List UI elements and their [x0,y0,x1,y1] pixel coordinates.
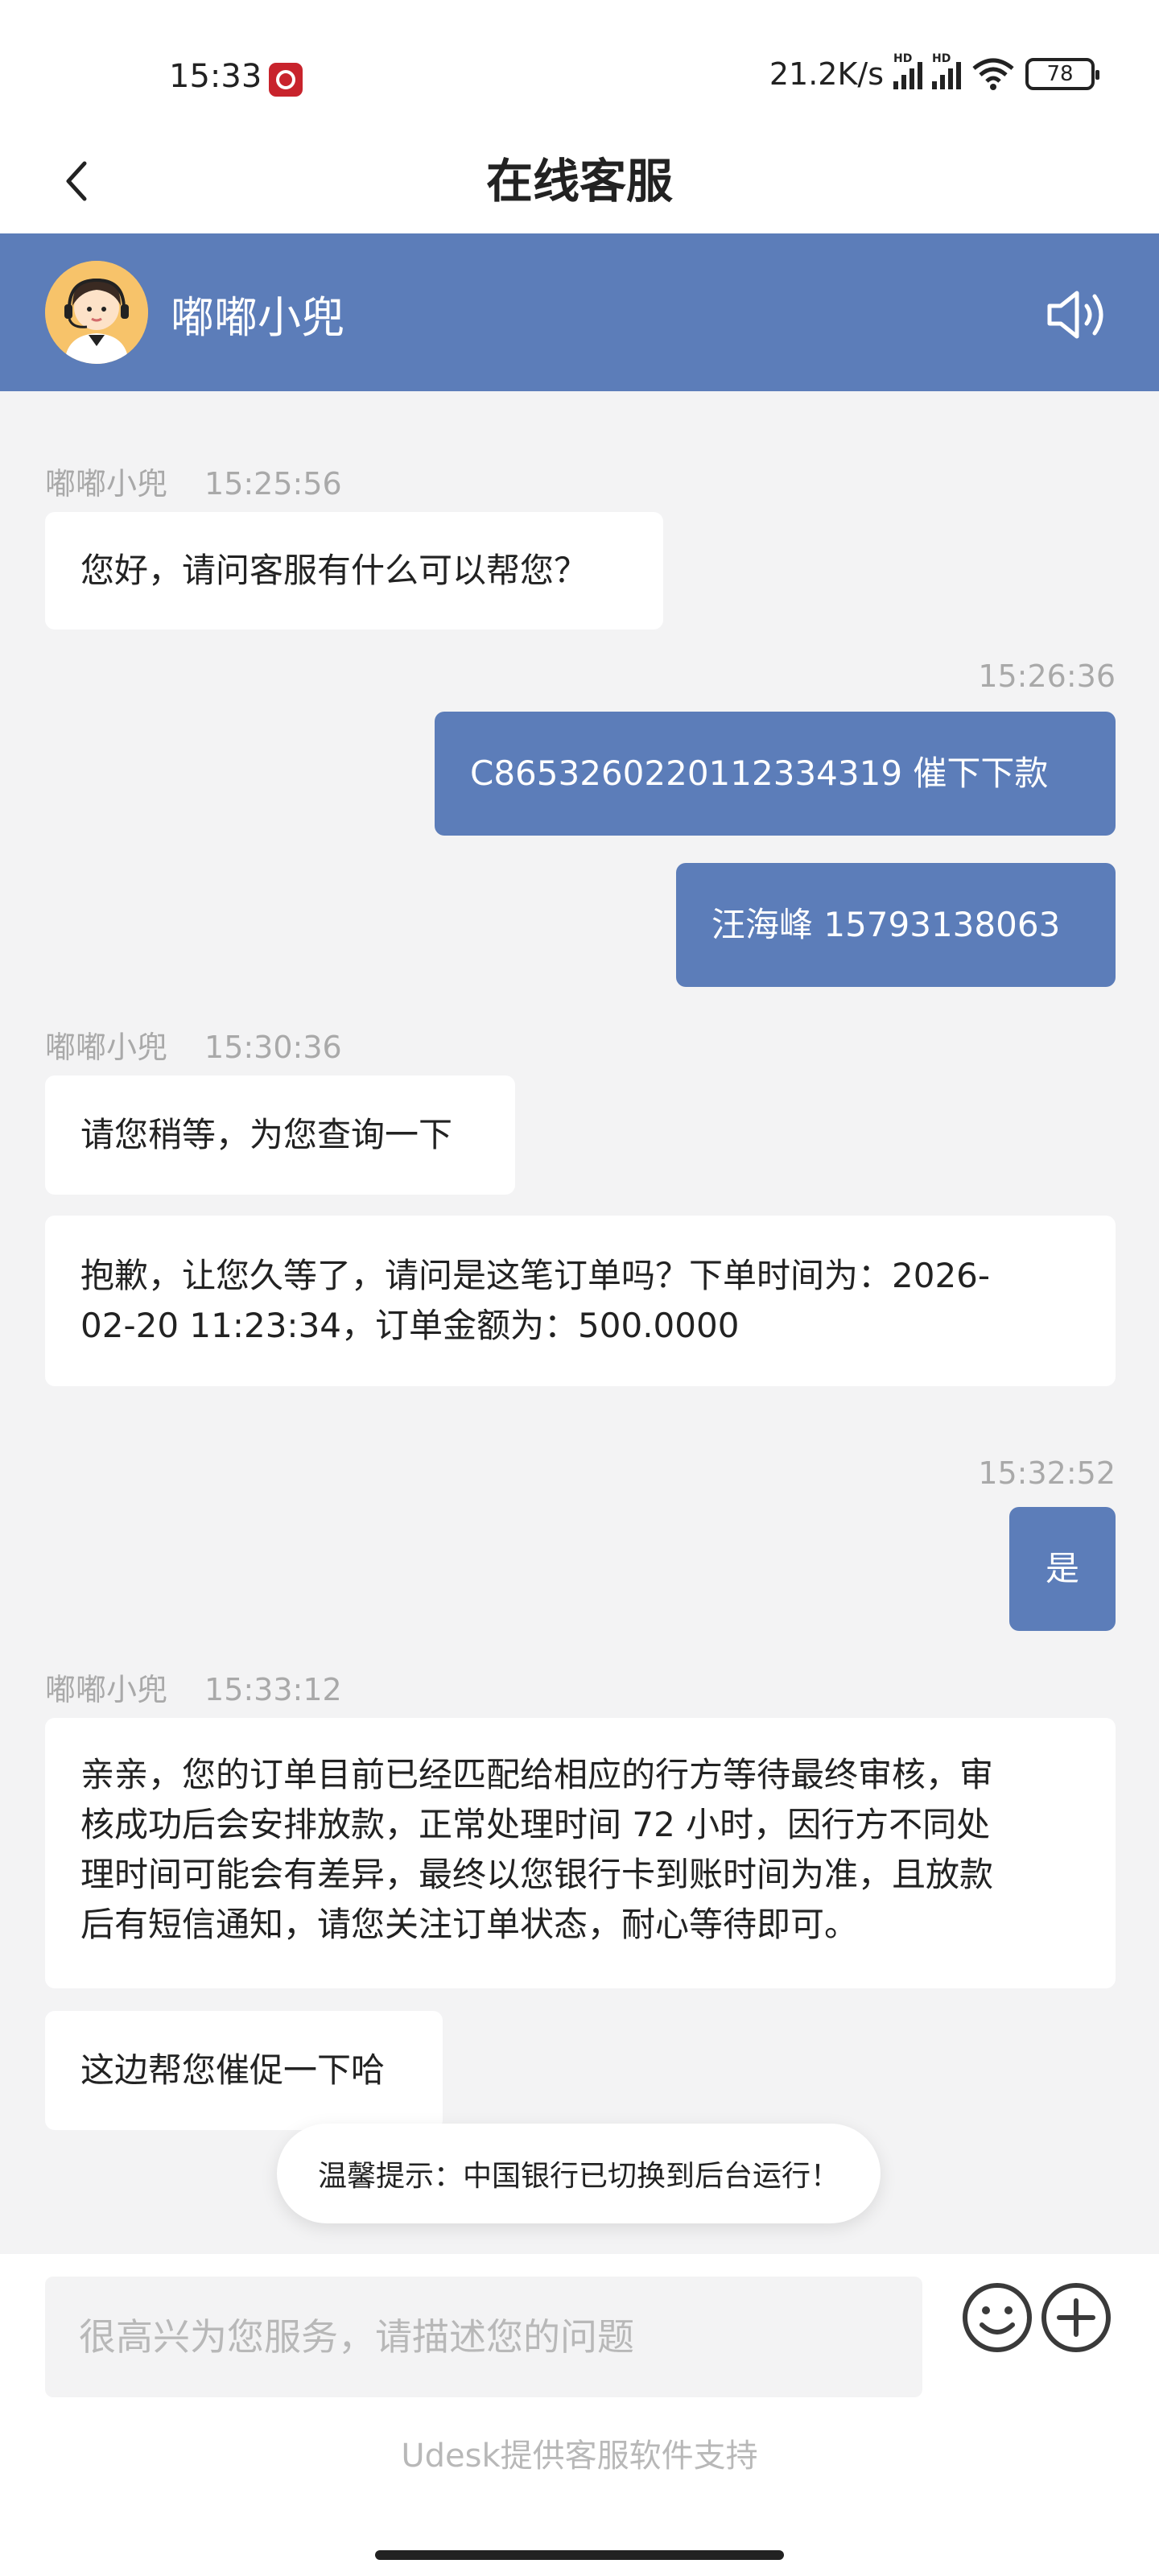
agent-message-bubble: 这边帮您催促一下哈 [45,2011,443,2130]
bank-app-notification-icon [269,63,303,97]
status-indicators: 21.2K/s HD HD 78 [769,52,1099,92]
sender-name: 嘟嘟小兜 [45,1030,168,1065]
sender-name: 嘟嘟小兜 [45,466,168,502]
message-meta: 嘟嘟小兜 15:33:12 [45,1665,342,1709]
message-text-line: 理时间可能会有差异，最终以您银行卡到账时间为准，且放款 [80,1855,994,1894]
message-text-line: 核成功后会安排放款，正常处理时间 72 小时，因行方不同处 [80,1805,991,1844]
toast-notification: 温馨提示：中国银行已切换到后台运行！ [277,2124,881,2223]
message-text-line: 后有短信通知，请您关注订单状态，耐心等待即可。 [80,1905,859,1944]
message-time: 15:30:36 [204,1030,342,1065]
message-text-line: 02-20 11:23:34，订单金额为：500.0000 [80,1306,740,1345]
agent-message-bubble: 抱歉，让您久等了，请问是这笔订单吗？下单时间为：2026- 02-20 11:2… [45,1216,1116,1386]
title-bar: 在线客服 [0,129,1159,233]
message-time: 15:25:56 [204,466,342,502]
message-text: 您好，请问客服有什么可以帮您？ [80,551,588,590]
user-message-bubble: 汪海峰 15793138063 [676,863,1116,987]
message-text: 请您稍等，为您查询一下 [80,1115,453,1154]
home-indicator[interactable] [375,2550,784,2560]
battery-icon: 78 [1025,58,1099,90]
signal-icon: HD [893,52,922,89]
sim1-hd-label: HD [893,52,913,65]
message-text: C8653260220112334319 催下下款 [470,753,1049,793]
emoji-button[interactable] [961,2281,1033,2354]
page-title: 在线客服 [485,154,673,208]
sim2-hd-label: HD [932,52,951,65]
agent-message-bubble: 亲亲，您的订单目前已经匹配给相应的行方等待最终审核，审 核成功后会安排放款，正常… [45,1718,1116,1988]
agent-name: 嘟嘟小兜 [171,292,344,343]
signal-icon: HD [932,52,961,89]
speaker-toggle-button[interactable] [1045,280,1114,349]
agent-message-bubble: 您好，请问客服有什么可以帮您？ [45,512,663,630]
battery-level: 78 [1046,62,1074,86]
powered-by-text: Udesk提供客服软件支持 [401,2438,758,2475]
network-speed: 21.2K/s [769,56,884,92]
message-time: 15:26:36 [978,658,1116,694]
message-meta: 嘟嘟小兜 15:25:56 [45,459,342,503]
plus-icon [1041,2283,1111,2352]
message-text: 是 [1045,1549,1079,1588]
message-time: 15:32:52 [978,1455,1116,1491]
message-text-line: 亲亲，您的订单目前已经匹配给相应的行方等待最终审核，审 [80,1755,994,1794]
status-time: 15:33 [169,58,262,95]
user-message-bubble: 是 [1009,1507,1116,1631]
message-time: 15:33:12 [204,1672,342,1707]
message-input[interactable] [45,2277,922,2397]
emoji-icon [963,2283,1032,2352]
agent-banner: 嘟嘟小兜 [0,233,1159,391]
add-attachment-button[interactable] [1040,2281,1112,2354]
sender-name: 嘟嘟小兜 [45,1672,168,1707]
input-area: Udesk提供客服软件支持 [0,2254,1159,2576]
message-meta: 嘟嘟小兜 15:30:36 [45,1022,342,1067]
agent-message-bubble: 请您稍等，为您查询一下 [45,1075,515,1195]
speaker-icon [1047,291,1103,339]
wifi-icon [971,57,1016,91]
message-text-line: 抱歉，让您久等了，请问是这笔订单吗？下单时间为：2026- [80,1256,991,1295]
message-text: 这边帮您催促一下哈 [80,2050,386,2090]
message-text: 汪海峰 15793138063 [711,905,1061,944]
status-bar: 15:33 21.2K/s HD HD 78 [0,0,1159,129]
agent-avatar [45,261,148,364]
user-message-bubble: C8653260220112334319 催下下款 [435,712,1116,836]
toast-text: 温馨提示：中国银行已切换到后台运行！ [317,2160,839,2193]
